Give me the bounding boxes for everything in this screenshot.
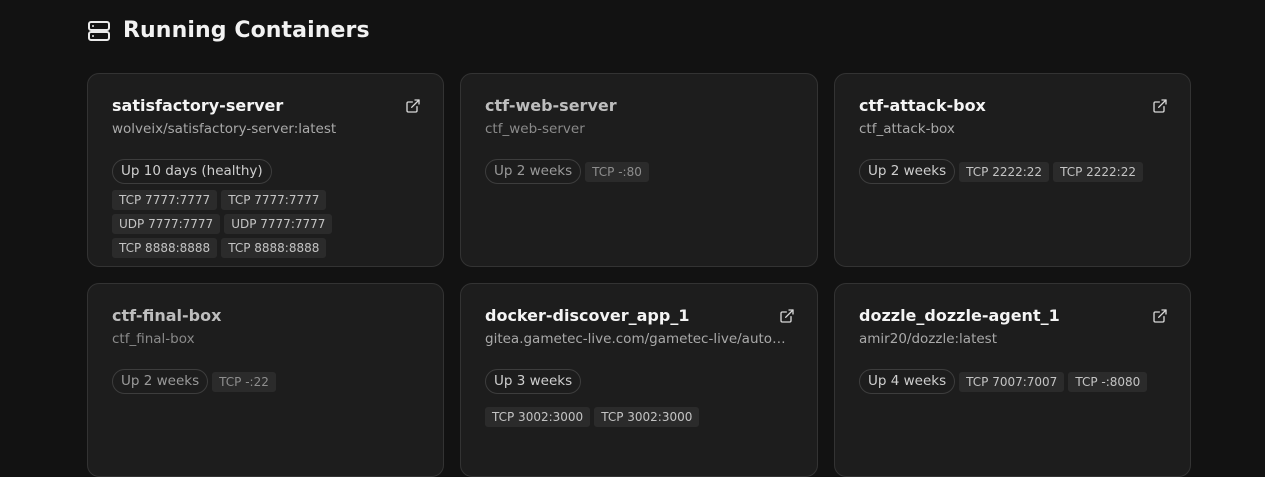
container-card[interactable]: docker-discover_app_1 gitea.gametec-live… (460, 283, 818, 477)
port-badge: UDP 7777:7777 (112, 214, 221, 234)
server-icon (87, 19, 111, 43)
page-title: Running Containers (123, 18, 370, 43)
external-link-icon[interactable] (405, 98, 421, 114)
port-badge: UDP 7777:7777 (224, 214, 333, 234)
status-badge: Up 3 weeks (485, 369, 582, 394)
port-badge: TCP 7007:7007 (959, 371, 1065, 392)
container-image: wolveix/satisfactory-server:latest (112, 121, 337, 137)
container-image: gitea.gametec-live.com/gametec-live/auto… (485, 331, 793, 347)
external-link-icon[interactable] (779, 308, 795, 324)
external-link-icon[interactable] (1152, 308, 1168, 324)
container-name: satisfactory-server (112, 96, 284, 115)
port-badge: TCP 2222:22 (1053, 161, 1143, 182)
status-badge: Up 4 weeks (859, 369, 956, 394)
status-badge: Up 2 weeks (485, 159, 582, 184)
port-badge: TCP 8888:8888 (112, 238, 218, 258)
container-name: ctf-final-box (112, 306, 222, 325)
port-badge: TCP 8888:8888 (221, 238, 327, 258)
container-card[interactable]: dozzle_dozzle-agent_1 amir20/dozzle:late… (834, 283, 1191, 477)
status-badge: Up 2 weeks (112, 369, 209, 394)
port-badge: TCP -:22 (212, 371, 276, 392)
external-link-icon[interactable] (1152, 98, 1168, 114)
container-image: ctf_web-server (485, 121, 585, 137)
container-image: ctf_attack-box (859, 121, 955, 137)
container-name: ctf-attack-box (859, 96, 986, 115)
container-card[interactable]: satisfactory-server wolveix/satisfactory… (87, 73, 444, 267)
port-badge: TCP -:8080 (1068, 371, 1148, 392)
status-badge: Up 2 weeks (859, 159, 956, 184)
page-header: Running Containers (87, 18, 370, 43)
container-image: ctf_final-box (112, 331, 195, 347)
container-card[interactable]: ctf-web-server ctf_web-server Up 2 weeks… (460, 73, 818, 267)
container-card[interactable]: ctf-final-box ctf_final-box Up 2 weeks T… (87, 283, 444, 477)
status-badge: Up 10 days (healthy) (112, 159, 272, 184)
container-name: dozzle_dozzle-agent_1 (859, 306, 1060, 325)
port-badge: TCP 7777:7777 (221, 190, 327, 210)
container-image: amir20/dozzle:latest (859, 331, 998, 347)
port-badge: TCP 7777:7777 (112, 190, 218, 210)
port-badge: TCP -:80 (585, 161, 649, 182)
port-badge: TCP 3002:3000 (594, 406, 700, 427)
container-name: docker-discover_app_1 (485, 306, 690, 325)
port-badge: TCP 3002:3000 (485, 406, 591, 427)
container-name: ctf-web-server (485, 96, 617, 115)
container-card[interactable]: ctf-attack-box ctf_attack-box Up 2 weeks… (834, 73, 1191, 267)
port-badge: TCP 2222:22 (959, 161, 1050, 182)
container-grid: satisfactory-server wolveix/satisfactory… (87, 73, 1191, 477)
